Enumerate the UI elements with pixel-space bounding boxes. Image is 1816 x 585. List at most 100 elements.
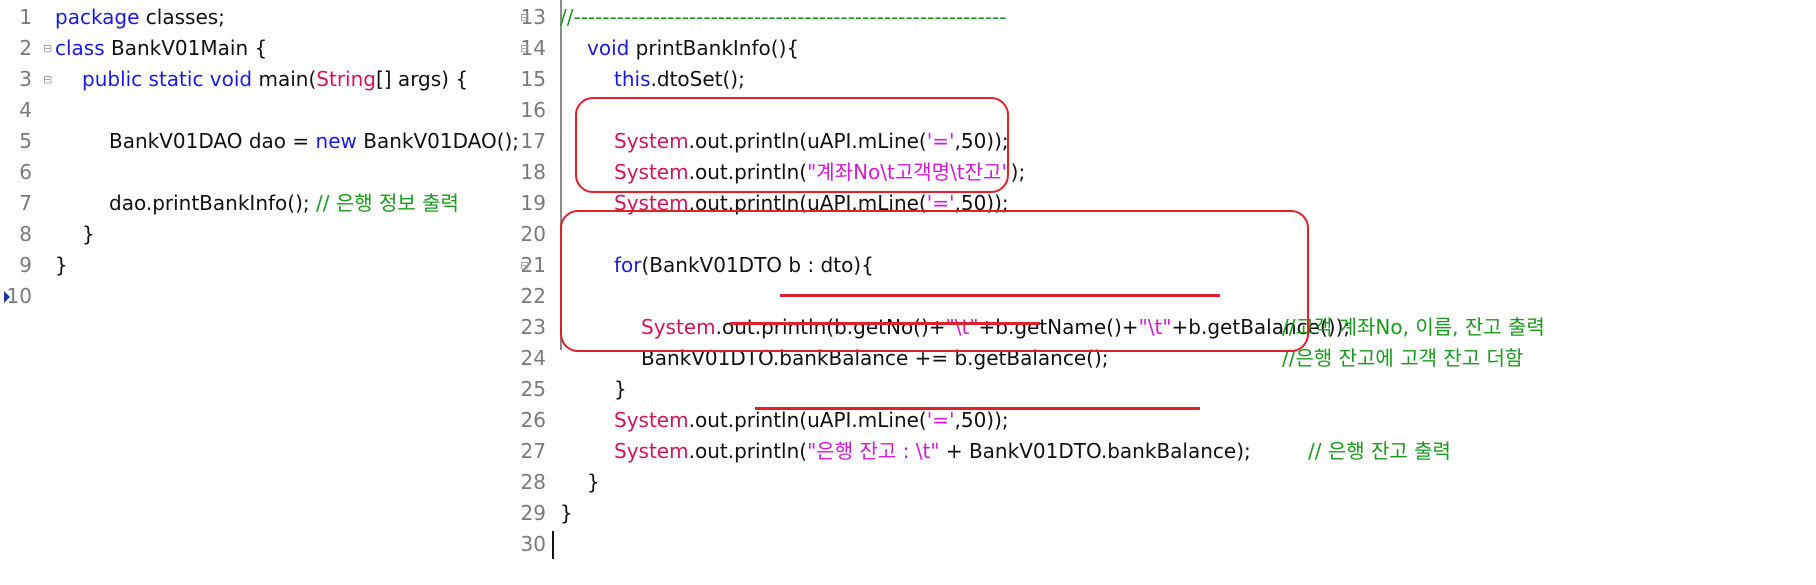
code-line[interactable]: 15 this.dtoSet(); [521, 64, 1816, 95]
code-token: // 은행 정보 출력 [315, 191, 459, 215]
line-number: 29 [520, 501, 546, 525]
code-text[interactable]: BankV01DAO dao = new BankV01DAO(); [109, 126, 519, 157]
line-number: 19 [520, 191, 546, 215]
code-token: package [55, 5, 140, 29]
code-text[interactable]: System.out.println("은행 잔고 : \t" + BankV0… [614, 436, 1251, 467]
line-number: 8 [19, 222, 32, 246]
line-number: 2 [19, 36, 32, 60]
code-token: printBankInfo(){ [629, 36, 800, 60]
code-token: + BankV01DTO.bankBalance); [939, 439, 1251, 463]
line-number: 20 [520, 222, 546, 246]
line-number: 22 [520, 284, 546, 308]
code-text[interactable]: package classes; [55, 2, 225, 33]
code-token: class [55, 36, 105, 60]
code-token: .out.println(uAPI.mLine( [688, 408, 927, 432]
line-number: 26 [520, 408, 546, 432]
code-line[interactable]: 4 [0, 95, 560, 126]
code-text[interactable]: } [560, 498, 573, 529]
code-text[interactable]: dao.printBankInfo(); // 은행 정보 출력 [109, 188, 459, 219]
code-token: classes; [139, 5, 225, 29]
code-token: "은행 잔고 : \t" [807, 439, 940, 463]
highlight-box-for-loop [560, 210, 1309, 352]
line-number: 23 [520, 315, 546, 339]
side-comment: //은행 잔고에 고객 잔고 더함 [1282, 346, 1524, 370]
code-line[interactable]: 6 [0, 157, 560, 188]
code-token: } [587, 470, 600, 494]
left-editor-pane[interactable]: 1 package classes; 2 ⊟ class BankV01Main {3 ⊟… [0, 0, 562, 350]
code-token: new [315, 129, 357, 153]
line-number: 15 [520, 67, 546, 91]
fold-minus-icon[interactable]: ⊟ [43, 33, 52, 64]
line-number: 4 [19, 98, 32, 122]
code-line[interactable]: 14 ⊟ void printBankInfo(){ [520, 33, 1816, 64]
code-line[interactable]: 9} [0, 250, 560, 281]
code-token: //--------------------------------------… [560, 5, 1007, 29]
underline-total-print [755, 407, 1200, 410]
code-line[interactable]: 27 System.out.println("은행 잔고 : \t" + Bank… [521, 436, 1816, 467]
fold-minus-icon[interactable]: ⊟ [520, 250, 529, 281]
code-token: ,50)); [954, 408, 1009, 432]
line-number: 6 [19, 160, 32, 184]
line-number: 28 [520, 470, 546, 494]
code-line[interactable]: 25} [521, 374, 1816, 405]
code-text[interactable]: void printBankInfo(){ [587, 33, 799, 64]
code-token: [] args) { [375, 67, 469, 91]
side-comment: // 은행 잔고 출력 [1308, 439, 1451, 463]
code-token: public static void [82, 67, 253, 91]
code-token: '=' [926, 408, 955, 432]
line-number: 18 [520, 160, 546, 184]
line-number: 30 [520, 532, 546, 556]
code-token: dao.printBankInfo(); [109, 191, 316, 215]
code-text[interactable]: } [614, 374, 627, 405]
fold-minus-icon[interactable]: ⊟ [43, 64, 52, 95]
code-line[interactable]: 1 package classes; [0, 2, 560, 33]
code-token: this [614, 67, 651, 91]
code-token: } [55, 253, 68, 277]
side-comment: //고객 계좌No, 이름, 잔고 출력 [1282, 315, 1545, 339]
code-text[interactable]: } [82, 219, 95, 250]
code-text[interactable]: } [587, 467, 600, 498]
code-token: BankV01Main { [104, 36, 268, 60]
fold-minus-icon[interactable]: ⊟ [520, 33, 529, 64]
code-text[interactable]: class BankV01Main { [55, 33, 267, 64]
line-number: 24 [520, 346, 546, 370]
code-token: BankV01DAO(); [356, 129, 520, 153]
code-text[interactable]: public static void main(String[] args) { [82, 64, 468, 95]
code-text[interactable]: } [55, 250, 68, 281]
line-number: 16 [520, 98, 546, 122]
code-token: System [614, 439, 689, 463]
code-token: String [316, 67, 376, 91]
bookmark-arrow-icon [4, 291, 10, 303]
fold-minus-icon[interactable]: ⊟ [520, 2, 529, 33]
code-line[interactable]: 7 dao.printBankInfo(); // 은행 정보 출력 [0, 188, 560, 219]
line-number: 9 [19, 253, 32, 277]
code-token: } [82, 222, 95, 246]
right-editor-pane[interactable]: 13 ⊟//-----------------------------------… [520, 0, 1816, 585]
code-token: System [614, 408, 689, 432]
code-line[interactable]: 13 ⊟//-----------------------------------… [520, 2, 1816, 33]
line-number: 7 [19, 191, 32, 215]
code-line[interactable]: 28} [521, 467, 1816, 498]
code-token: main( [252, 67, 317, 91]
line-number: 17 [520, 129, 546, 153]
code-line[interactable]: 5 BankV01DAO dao = new BankV01DAO(); [0, 126, 560, 157]
code-token: .dtoSet(); [650, 67, 745, 91]
code-line[interactable]: 3 ⊟ public static void main(String[] args)… [0, 64, 560, 95]
code-token: BankV01DAO dao = [109, 129, 316, 153]
code-line[interactable]: 8} [0, 219, 560, 250]
code-token: } [614, 377, 627, 401]
code-line[interactable]: 29} [521, 498, 1816, 529]
code-line[interactable]: 10 [0, 281, 560, 312]
code-line[interactable]: 2 ⊟ class BankV01Main { [0, 33, 560, 64]
code-text[interactable]: //--------------------------------------… [560, 2, 1006, 33]
code-token: } [560, 501, 573, 525]
code-token: ); [1010, 160, 1026, 184]
line-number: 27 [520, 439, 546, 463]
underline-bankbalance [730, 322, 1040, 325]
code-token: void [587, 36, 630, 60]
underline-getters [780, 294, 1220, 297]
line-number: 25 [520, 377, 546, 401]
code-line[interactable]: 30 [521, 529, 1816, 560]
line-number: 1 [19, 5, 32, 29]
code-text[interactable]: this.dtoSet(); [614, 64, 745, 95]
